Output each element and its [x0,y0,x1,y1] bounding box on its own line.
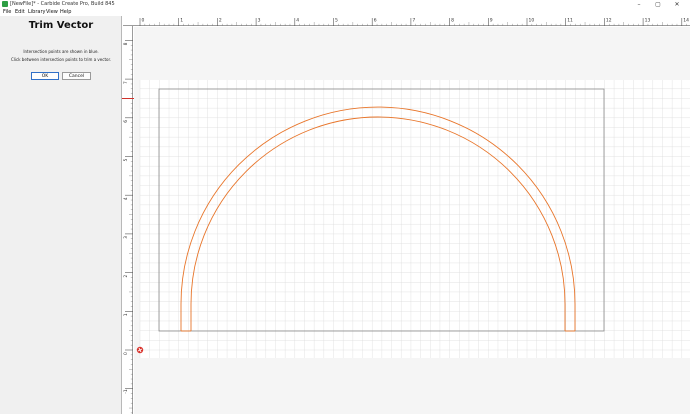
ruler-left-label: 6 [123,120,129,123]
ruler-left-tick: 8 [123,40,133,75]
ruler-top: 0 1 2 3 4 5 6 7 8 9 10 11 12 13 14 [123,16,690,26]
ruler-top-tick: 12 [604,18,639,26]
ruler-top-tick: 6 [371,18,407,26]
cancel-button[interactable]: Cancel [62,72,91,80]
ok-button[interactable]: OK [31,72,59,80]
ruler-top-label: 1 [180,18,183,24]
ruler-left-tick: 3 [123,233,133,268]
ruler-top-label: 2 [219,18,222,24]
ruler-left: 8 7 6 5 4 3 2 1 0 -1 [123,26,133,414]
ruler-top-tick: 2 [217,18,252,26]
origin-marker-icon [136,346,144,354]
ruler-top-tick: 3 [255,18,291,26]
ruler-top-tick: 13 [642,18,678,26]
ruler-top-tick: 5 [333,18,368,26]
ruler-left-tick: 5 [123,156,133,191]
title-bar: [NewFile]* - Carbide Create Pro, Build 8… [0,0,690,9]
ruler-top-tick: 14 [681,18,689,26]
ruler-left-label: 3 [123,236,129,239]
cursor-position-marker [122,98,134,99]
ruler-top-tick: 11 [565,18,600,26]
ruler-top-tick: 1 [178,18,213,26]
ruler-left-tick: 7 [123,78,133,114]
ruler-left-tick: 2 [123,272,133,307]
ruler-left-label: 1 [123,313,129,316]
ruler-top-tick: 7 [410,18,445,26]
ruler-top-label: 8 [451,18,454,24]
minimize-button[interactable]: – [632,0,646,9]
ruler-top-label: 0 [142,18,145,24]
instruction-line-2: Click between intersection points to tri… [10,57,112,62]
ruler-left-tick: -1 [123,388,133,414]
menu-file[interactable]: File [3,9,11,16]
ruler-left-label: 4 [123,197,129,200]
ruler-left-tick: 4 [123,194,133,230]
ruler-top-label: 7 [412,18,415,24]
ruler-left-label: -1 [123,389,129,394]
menu-library[interactable]: Library [28,9,45,16]
ruler-left-label: 8 [123,42,129,45]
ruler-top-tick: 9 [487,18,523,26]
ruler-top-label: 10 [529,18,535,24]
window-title: [NewFile]* - Carbide Create Pro, Build 8… [10,1,115,7]
ruler-top-tick: 0 [139,18,175,26]
ruler-top-tick: 4 [294,18,329,26]
ruler-top-label: 4 [296,18,299,24]
ruler-top-label: 3 [258,18,261,24]
ruler-top-label: 5 [335,18,338,24]
ruler-top-tick: 8 [449,18,484,26]
tool-panel: Trim Vector Intersection points are show… [0,16,122,414]
ruler-left-label: 5 [123,159,129,162]
ruler-left-label: 7 [123,81,129,84]
canvas-drawing[interactable] [134,27,690,414]
app-icon [2,1,8,7]
maximize-button[interactable]: ▢ [651,0,665,9]
menu-help[interactable]: Help [60,9,71,16]
ruler-top-label: 13 [645,18,651,24]
close-button[interactable]: ✕ [670,0,684,9]
ruler-top-label: 6 [374,18,377,24]
ruler-left-tick: 1 [123,310,133,346]
ruler-top-tick: 10 [526,18,562,26]
ruler-left-tick: 6 [123,117,133,152]
menu-bar: File Edit Library View Help [0,9,690,16]
instruction-line-1: Intersection points are shown in blue. [23,49,99,54]
ruler-top-label: 11 [567,18,573,24]
grid-area [140,80,690,358]
ruler-top-ticks: 0 1 2 3 4 5 6 7 8 9 10 11 12 13 14 [139,18,689,26]
menu-edit[interactable]: Edit [15,9,25,16]
ruler-left-tick: 0 [123,349,133,385]
ruler-left-label: 2 [123,275,129,278]
ruler-left-ticks: 8 7 6 5 4 3 2 1 0 -1 [123,40,133,414]
menu-view[interactable]: View [46,9,58,16]
ruler-left-label: 0 [123,352,129,355]
ruler-top-label: 14 [683,18,689,24]
ruler-top-label: 12 [606,18,612,24]
ruler-top-label: 9 [490,18,493,24]
panel-title: Trim Vector [28,20,94,31]
design-canvas[interactable] [134,27,690,414]
